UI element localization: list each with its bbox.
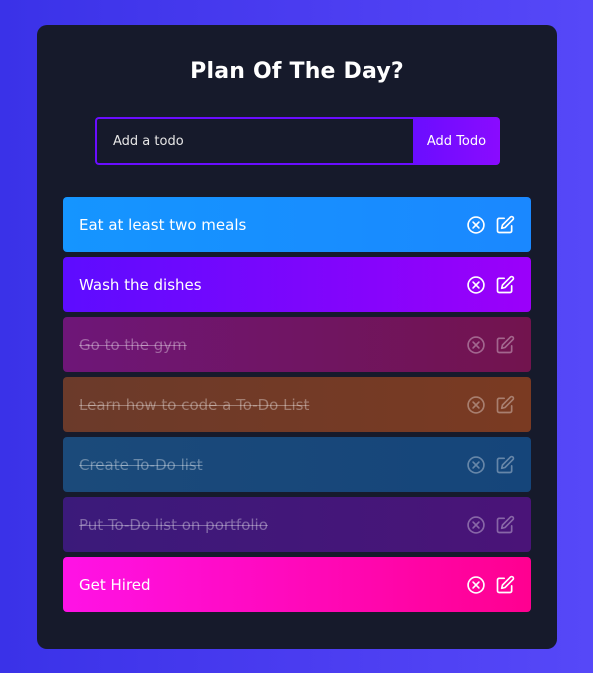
edit-icon[interactable] xyxy=(495,275,515,295)
todo-text[interactable]: Wash the dishes xyxy=(79,276,202,294)
todo-item[interactable]: Create To-Do list xyxy=(63,437,531,492)
todo-text[interactable]: Learn how to code a To-Do List xyxy=(79,396,309,414)
todo-app: Plan Of The Day? Add Todo Eat at least t… xyxy=(37,25,557,649)
edit-icon[interactable] xyxy=(495,515,515,535)
app-title: Plan Of The Day? xyxy=(190,59,404,84)
todo-actions xyxy=(466,215,515,235)
todo-item[interactable]: Eat at least two meals xyxy=(63,197,531,252)
todo-item[interactable]: Learn how to code a To-Do List xyxy=(63,377,531,432)
todo-actions xyxy=(466,455,515,475)
close-circle-icon[interactable] xyxy=(466,395,486,415)
todo-text[interactable]: Put To-Do list on portfolio xyxy=(79,516,268,534)
todo-input[interactable] xyxy=(95,117,413,165)
edit-icon[interactable] xyxy=(495,575,515,595)
todo-text[interactable]: Go to the gym xyxy=(79,336,187,354)
todo-item[interactable]: Wash the dishes xyxy=(63,257,531,312)
todo-actions xyxy=(466,515,515,535)
edit-icon[interactable] xyxy=(495,455,515,475)
todo-text[interactable]: Get Hired xyxy=(79,576,151,594)
todo-actions xyxy=(466,575,515,595)
todo-form: Add Todo xyxy=(95,117,500,165)
edit-icon[interactable] xyxy=(495,335,515,355)
close-circle-icon[interactable] xyxy=(466,335,486,355)
todo-text[interactable]: Create To-Do list xyxy=(79,456,203,474)
todo-list: Eat at least two meals Wash the dishes G… xyxy=(63,197,531,617)
edit-icon[interactable] xyxy=(495,215,515,235)
todo-item[interactable]: Go to the gym xyxy=(63,317,531,372)
todo-actions xyxy=(466,275,515,295)
todo-text[interactable]: Eat at least two meals xyxy=(79,216,246,234)
edit-icon[interactable] xyxy=(495,395,515,415)
todo-item[interactable]: Get Hired xyxy=(63,557,531,612)
close-circle-icon[interactable] xyxy=(466,455,486,475)
add-todo-button[interactable]: Add Todo xyxy=(413,117,500,165)
todo-actions xyxy=(466,335,515,355)
close-circle-icon[interactable] xyxy=(466,515,486,535)
todo-actions xyxy=(466,395,515,415)
close-circle-icon[interactable] xyxy=(466,575,486,595)
todo-item[interactable]: Put To-Do list on portfolio xyxy=(63,497,531,552)
close-circle-icon[interactable] xyxy=(466,275,486,295)
close-circle-icon[interactable] xyxy=(466,215,486,235)
